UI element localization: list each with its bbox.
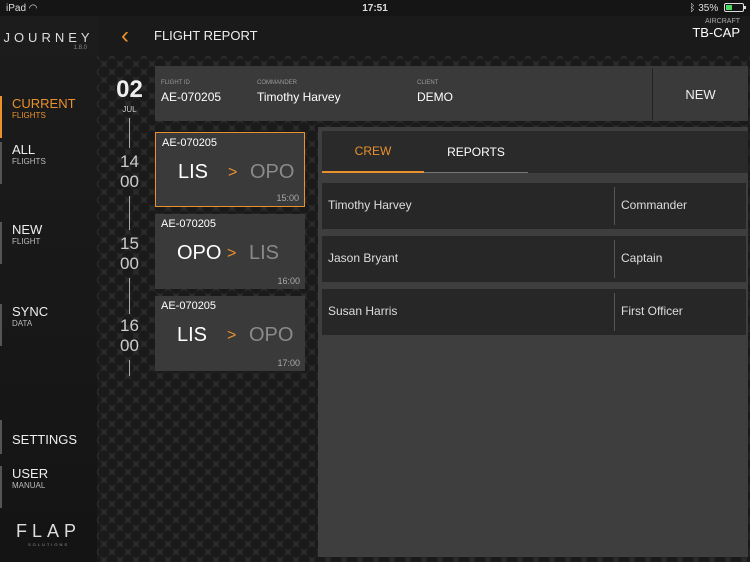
timeline-hour: 15 00 bbox=[107, 234, 152, 274]
flight-arrow-icon: > bbox=[227, 327, 237, 344]
flight-arrow-icon: > bbox=[228, 164, 238, 181]
header: ‹ FLIGHT REPORT AIRCRAFT TB-CAP bbox=[97, 16, 750, 56]
timeline-line bbox=[129, 278, 130, 314]
tab-crew[interactable]: CREW bbox=[322, 131, 424, 173]
tab-bar: CREW REPORTS bbox=[322, 131, 748, 173]
crew-role: Commander bbox=[621, 198, 688, 212]
battery-icon bbox=[724, 3, 746, 13]
status-right: ᛒ 35% bbox=[689, 2, 746, 14]
flight-arrow-icon: > bbox=[227, 245, 237, 262]
sidebar-item-label: NEW bbox=[12, 222, 43, 237]
new-report-button[interactable]: NEW bbox=[652, 68, 748, 120]
sidebar-item-sublabel: MANUAL bbox=[12, 481, 46, 490]
wifi-icon: ◠ bbox=[28, 2, 38, 14]
page-title: FLIGHT REPORT bbox=[154, 28, 258, 43]
flight-card-origin: LIS bbox=[177, 324, 208, 346]
minute-value: 00 bbox=[120, 172, 139, 191]
sidebar-item-sublabel: FLIGHTS bbox=[12, 111, 46, 120]
timeline-day: 02 bbox=[116, 76, 143, 103]
minute-value: 00 bbox=[120, 254, 139, 273]
sidebar-item-sublabel: DATA bbox=[12, 319, 33, 328]
timeline-line bbox=[129, 360, 130, 376]
flight-id-value: AE-070205 bbox=[161, 90, 222, 104]
crew-row[interactable]: Timothy Harvey Commander bbox=[322, 183, 746, 229]
company-sub: SOLUTIONS bbox=[27, 542, 70, 547]
flight-card-time: 17:00 bbox=[277, 358, 300, 368]
aircraft-value: TB-CAP bbox=[692, 25, 740, 40]
flight-info-bar: FLIGHT ID AE-070205 COMMANDER Timothy Ha… bbox=[155, 66, 748, 121]
sidebar-item-label: CURRENT bbox=[12, 96, 76, 111]
company-name: FLAP bbox=[15, 521, 82, 541]
sidebar-item-settings[interactable]: SETTINGS bbox=[0, 420, 97, 454]
flight-card[interactable]: AE-070205 LIS > OPO 17:00 bbox=[155, 296, 305, 371]
crew-role: Captain bbox=[621, 251, 663, 265]
crew-name: Jason Bryant bbox=[328, 251, 399, 265]
divider bbox=[614, 293, 615, 331]
timeline-month: JUL bbox=[122, 105, 137, 114]
flight-card-destination: OPO bbox=[250, 161, 295, 183]
timeline-line bbox=[129, 118, 130, 148]
sidebar-item-sync-data[interactable]: SYNC DATA bbox=[0, 304, 97, 346]
sidebar-item-all-flights[interactable]: ALL FLIGHTS bbox=[0, 142, 97, 184]
hour-value: 16 bbox=[120, 316, 139, 335]
sidebar-item-label: USER bbox=[12, 466, 49, 481]
hour-value: 14 bbox=[120, 152, 139, 171]
commander-value: Timothy Harvey bbox=[257, 90, 341, 104]
sidebar: JOURNEY 1.8.0 CURRENT FLIGHTS ALL FLIGHT… bbox=[0, 16, 97, 562]
flight-card-id: AE-070205 bbox=[161, 300, 217, 312]
sidebar-item-sublabel: FLIGHTS bbox=[12, 157, 46, 166]
flight-card[interactable]: AE-070205 LIS > OPO 15:00 bbox=[155, 132, 305, 207]
divider bbox=[614, 187, 615, 225]
client-value: DEMO bbox=[417, 90, 453, 104]
bluetooth-icon: ᛒ bbox=[689, 2, 696, 14]
crew-row[interactable]: Jason Bryant Captain bbox=[322, 236, 746, 282]
company-logo: FLAP SOLUTIONS bbox=[0, 521, 97, 547]
aircraft-label: AIRCRAFT bbox=[705, 18, 740, 25]
minute-value: 00 bbox=[120, 336, 139, 355]
flight-card-time: 15:00 bbox=[276, 193, 299, 203]
flight-card-id: AE-070205 bbox=[161, 218, 217, 230]
commander-label: COMMANDER bbox=[257, 80, 297, 86]
sidebar-item-new-flight[interactable]: NEW FLIGHT bbox=[0, 222, 97, 264]
sidebar-item-label: ALL bbox=[12, 142, 36, 157]
flight-id-field: FLIGHT ID AE-070205 bbox=[161, 80, 221, 104]
aircraft-info: AIRCRAFT TB-CAP bbox=[692, 18, 740, 40]
flight-id-label: FLIGHT ID bbox=[161, 80, 190, 86]
flight-card[interactable]: AE-070205 OPO > LIS 16:00 bbox=[155, 214, 305, 289]
client-field: CLIENT DEMO bbox=[417, 80, 453, 104]
timeline-line bbox=[129, 196, 130, 230]
timeline-hour: 14 00 bbox=[107, 152, 152, 192]
app-logo: JOURNEY 1.8.0 bbox=[0, 30, 97, 51]
sidebar-item-user-manual[interactable]: USER MANUAL bbox=[0, 466, 97, 508]
flight-card-origin: OPO bbox=[177, 242, 222, 264]
sidebar-item-label: SETTINGS bbox=[12, 432, 78, 447]
status-device: iPad ◠ bbox=[6, 2, 38, 14]
flight-card-id: AE-070205 bbox=[162, 137, 218, 149]
status-time: 17:51 bbox=[362, 2, 388, 14]
client-label: CLIENT bbox=[417, 80, 439, 86]
sidebar-item-label: SYNC bbox=[12, 304, 49, 319]
timeline: 02 JUL 14 00 15 00 16 00 bbox=[107, 66, 152, 386]
back-chevron-icon[interactable]: ‹ bbox=[121, 22, 129, 50]
sidebar-item-sublabel: FLIGHT bbox=[12, 237, 41, 246]
crew-name: Timothy Harvey bbox=[328, 198, 412, 212]
sidebar-item-current-flights[interactable]: CURRENT FLIGHTS bbox=[0, 96, 97, 138]
tab-reports[interactable]: REPORTS bbox=[424, 131, 528, 173]
hour-value: 15 bbox=[120, 234, 139, 253]
crew-role: First Officer bbox=[621, 304, 683, 318]
app-name: JOURNEY bbox=[3, 30, 94, 45]
flight-card-destination: LIS bbox=[249, 242, 280, 264]
battery-percent: 35% bbox=[698, 2, 719, 14]
flight-card-origin: LIS bbox=[178, 161, 209, 183]
app-version: 1.8.0 bbox=[73, 45, 87, 51]
crew-row[interactable]: Susan Harris First Officer bbox=[322, 289, 746, 335]
flight-card-destination: OPO bbox=[249, 324, 294, 346]
flight-card-time: 16:00 bbox=[277, 276, 300, 286]
status-bar: iPad ◠ 17:51 ᛒ 35% bbox=[0, 0, 750, 16]
divider bbox=[614, 240, 615, 278]
commander-field: COMMANDER Timothy Harvey bbox=[257, 80, 341, 104]
crew-name: Susan Harris bbox=[328, 304, 398, 318]
timeline-hour: 16 00 bbox=[107, 316, 152, 356]
